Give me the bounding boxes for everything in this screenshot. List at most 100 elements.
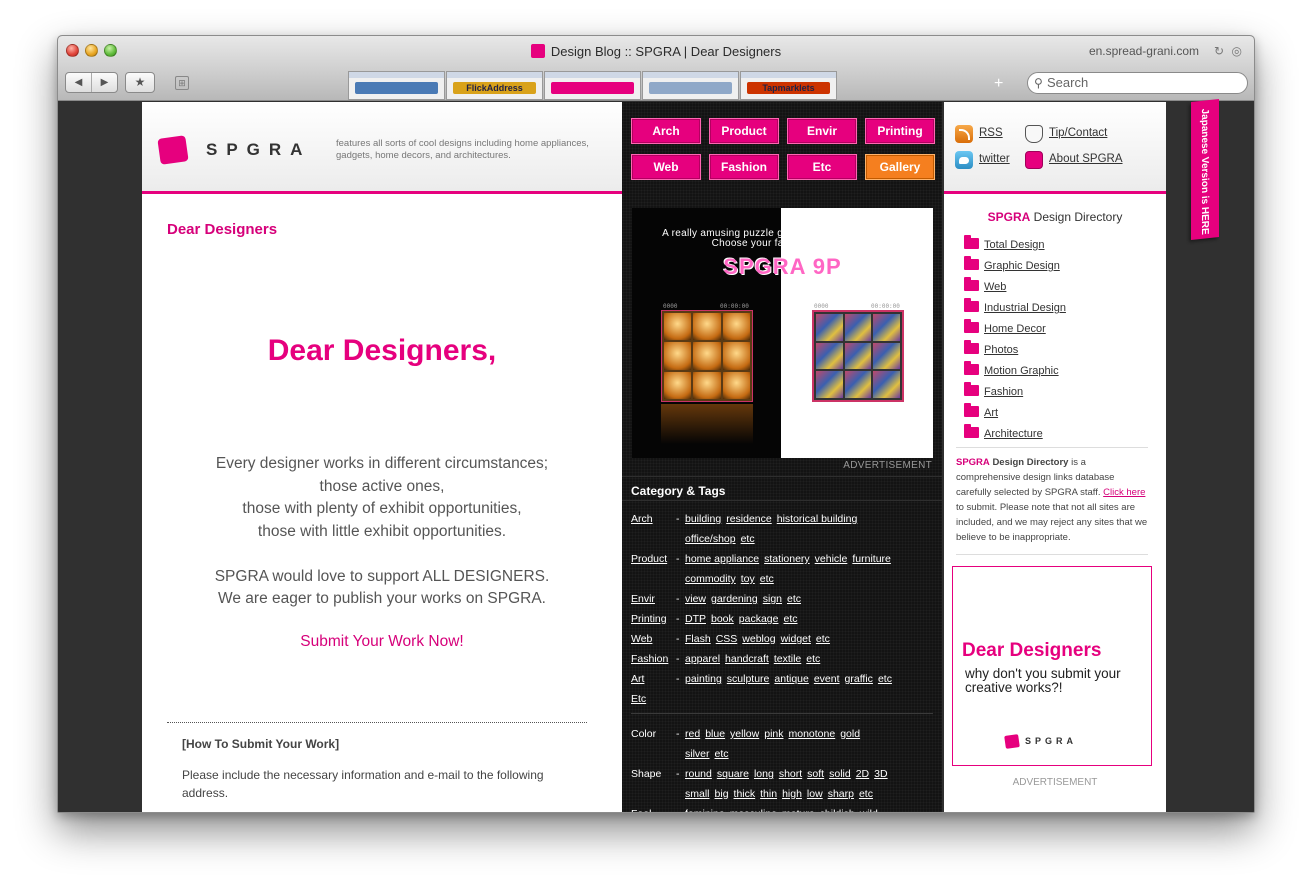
tag-link[interactable]: etc xyxy=(787,593,801,605)
tag-link[interactable]: solid xyxy=(829,768,851,780)
tag-link[interactable]: gold xyxy=(840,728,860,740)
tag-link[interactable]: commodity xyxy=(685,573,736,585)
category-button-printing[interactable]: Printing xyxy=(865,118,935,144)
tag-link[interactable]: stationery xyxy=(764,553,810,565)
tag-link[interactable]: low xyxy=(807,788,823,800)
directory-item[interactable]: Architecture xyxy=(964,424,1043,444)
click-here-link[interactable]: Click here xyxy=(1103,487,1145,498)
back-button[interactable]: ◀ xyxy=(66,73,91,92)
tag-link[interactable]: soft xyxy=(807,768,824,780)
tag-link[interactable]: yellow xyxy=(730,728,759,740)
top-site-thumbnail[interactable]: Tapmarklets xyxy=(740,71,837,100)
tag-link[interactable]: Flash xyxy=(685,633,711,645)
submit-work-link[interactable]: Submit Your Work Now! xyxy=(142,633,622,651)
search-field[interactable]: ⚲ Search xyxy=(1027,72,1248,94)
tag-link[interactable]: big xyxy=(715,788,729,800)
directory-item[interactable]: Home Decor xyxy=(964,319,1046,339)
category-button-fashion[interactable]: Fashion xyxy=(709,154,779,180)
tag-link[interactable]: gardening xyxy=(711,593,758,605)
tag-link[interactable]: long xyxy=(754,768,774,780)
directory-item[interactable]: Industrial Design xyxy=(964,298,1066,318)
category-link[interactable]: Printing xyxy=(631,609,667,629)
category-button-gallery[interactable]: Gallery xyxy=(865,154,935,180)
tag-link[interactable]: book xyxy=(711,613,734,625)
tag-link[interactable]: 2D xyxy=(856,768,869,780)
directory-item[interactable]: Fashion xyxy=(964,382,1023,402)
category-link[interactable]: Web xyxy=(631,629,652,649)
directory-item[interactable]: Art xyxy=(964,403,998,423)
tag-link[interactable]: mature xyxy=(782,808,815,812)
tag-link[interactable]: etc xyxy=(783,613,797,625)
contact-icon[interactable] xyxy=(1025,125,1043,143)
rss-link[interactable]: RSS xyxy=(979,127,1003,139)
tag-link[interactable]: sharp xyxy=(828,788,854,800)
tag-link[interactable]: home appliance xyxy=(685,553,759,565)
reader-icon[interactable]: ◎ xyxy=(1232,44,1242,58)
tag-link[interactable]: sculpture xyxy=(727,673,770,685)
tag-link[interactable]: etc xyxy=(741,533,755,545)
category-button-etc[interactable]: Etc xyxy=(787,154,857,180)
dear-designers-ad[interactable]: Dear Designers why don't you submit your… xyxy=(952,566,1152,766)
top-site-thumbnail[interactable] xyxy=(348,71,445,100)
tag-link[interactable]: furniture xyxy=(852,553,891,565)
category-button-product[interactable]: Product xyxy=(709,118,779,144)
category-button-arch[interactable]: Arch xyxy=(631,118,701,144)
directory-item[interactable]: Graphic Design xyxy=(964,256,1060,276)
tag-link[interactable]: high xyxy=(782,788,802,800)
tag-link[interactable]: monotone xyxy=(789,728,836,740)
tag-link[interactable]: small xyxy=(685,788,710,800)
top-sites-icon[interactable]: ⊞ xyxy=(175,76,189,90)
tag-link[interactable]: painting xyxy=(685,673,722,685)
tag-link[interactable]: vehicle xyxy=(815,553,848,565)
category-link[interactable]: Art xyxy=(631,669,644,689)
tag-link[interactable]: etc xyxy=(760,573,774,585)
directory-item[interactable]: Total Design xyxy=(964,235,1045,255)
about-link[interactable]: About SPGRA xyxy=(1049,153,1123,165)
reload-icon[interactable]: ↻ xyxy=(1214,44,1224,58)
tag-link[interactable]: short xyxy=(779,768,802,780)
about-icon[interactable] xyxy=(1025,151,1043,169)
tag-link[interactable]: etc xyxy=(816,633,830,645)
directory-item[interactable]: Motion Graphic xyxy=(964,361,1059,381)
url-text[interactable]: en.spread-grani.com xyxy=(1089,44,1199,58)
tag-link[interactable]: building xyxy=(685,513,721,525)
tag-link[interactable]: wild xyxy=(860,808,878,812)
tag-link[interactable]: blue xyxy=(705,728,725,740)
tag-link[interactable]: pink xyxy=(764,728,783,740)
tag-link[interactable]: event xyxy=(814,673,840,685)
tag-link[interactable]: red xyxy=(685,728,700,740)
top-site-thumbnail[interactable] xyxy=(544,71,641,100)
tag-link[interactable]: apparel xyxy=(685,653,720,665)
tag-link[interactable]: toy xyxy=(741,573,755,585)
rss-icon[interactable] xyxy=(955,125,973,143)
top-site-thumbnail[interactable] xyxy=(642,71,739,100)
category-link[interactable]: Arch xyxy=(631,509,653,529)
tag-link[interactable]: etc xyxy=(715,748,729,760)
new-tab-button[interactable]: + xyxy=(994,75,1003,93)
tag-link[interactable]: masculine xyxy=(730,808,777,812)
tag-link[interactable]: square xyxy=(717,768,749,780)
tag-link[interactable]: thin xyxy=(760,788,777,800)
tag-link[interactable]: CSS xyxy=(716,633,738,645)
twitter-icon[interactable] xyxy=(955,151,973,169)
tag-link[interactable]: etc xyxy=(859,788,873,800)
tag-link[interactable]: feminine xyxy=(685,808,725,812)
tag-link[interactable]: etc xyxy=(878,673,892,685)
tag-link[interactable]: antique xyxy=(774,673,808,685)
twitter-link[interactable]: twitter xyxy=(979,153,1010,165)
tag-link[interactable]: package xyxy=(739,613,779,625)
tag-link[interactable]: DTP xyxy=(685,613,706,625)
forward-button[interactable]: ▶ xyxy=(91,73,117,92)
tip-contact-link[interactable]: Tip/Contact xyxy=(1049,127,1107,139)
tag-link[interactable]: thick xyxy=(734,788,756,800)
category-link[interactable]: Fashion xyxy=(631,649,668,669)
tag-link[interactable]: historical building xyxy=(777,513,858,525)
category-link[interactable]: Product xyxy=(631,549,667,569)
category-link[interactable]: Etc xyxy=(631,689,646,709)
tag-link[interactable]: round xyxy=(685,768,712,780)
category-button-web[interactable]: Web xyxy=(631,154,701,180)
category-button-envir[interactable]: Envir xyxy=(787,118,857,144)
logo-text[interactable]: SPGRA xyxy=(206,140,311,160)
top-site-thumbnail[interactable]: FlickAddress xyxy=(446,71,543,100)
directory-item[interactable]: Photos xyxy=(964,340,1018,360)
